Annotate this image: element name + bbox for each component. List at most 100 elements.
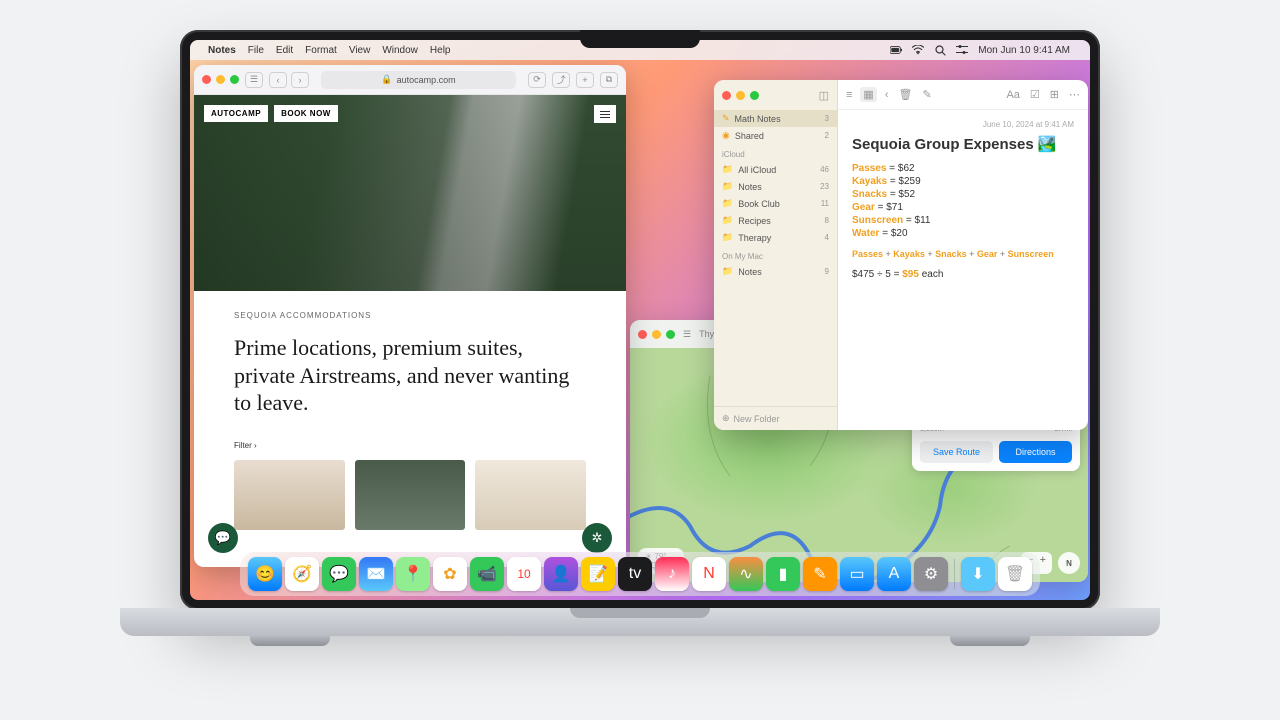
dock-safari[interactable]: 🧭 [285, 557, 319, 591]
dock-maps[interactable]: 📍 [396, 557, 430, 591]
sidebar-item-notes[interactable]: 📁Notes23 [714, 178, 837, 195]
address-bar[interactable]: 🔒autocamp.com [321, 71, 516, 89]
sidebar-section-onmymac: On My Mac [714, 246, 837, 263]
dock-trash[interactable]: 🗑 [998, 557, 1032, 591]
menu-clock[interactable]: Mon Jun 10 9:41 AM [978, 45, 1070, 56]
dock-calendar[interactable]: 10 [507, 557, 541, 591]
menu-window[interactable]: Window [382, 45, 418, 56]
menu-app[interactable]: Notes [208, 45, 236, 56]
dock-keynote[interactable]: ▭ [840, 557, 874, 591]
tabs-icon[interactable]: ⧉ [600, 72, 618, 88]
sidebar-item-recipes[interactable]: 📁Recipes8 [714, 212, 837, 229]
dock-pages[interactable]: ✎ [803, 557, 837, 591]
save-route-button[interactable]: Save Route [920, 441, 993, 463]
traffic-lights [202, 75, 239, 84]
notes-window: ◫ ✎Math Notes3 ◉Shared2 iCloud 📁All iClo… [714, 80, 1088, 430]
note-date: June 10, 2024 at 9:41 AM [852, 120, 1074, 129]
accommodation-card[interactable] [355, 460, 466, 530]
sidebar-toggle-icon[interactable]: ☰ [245, 72, 263, 88]
dock-messages[interactable]: 💬 [322, 557, 356, 591]
grid-view-icon[interactable]: ▦ [860, 87, 876, 102]
minimize-button[interactable] [216, 75, 225, 84]
dock-reminders[interactable]: 📝 [581, 557, 615, 591]
dock-facetime[interactable]: 📹 [470, 557, 504, 591]
dock-finder[interactable]: 😊 [248, 557, 282, 591]
notes-sidebar: ◫ ✎Math Notes3 ◉Shared2 iCloud 📁All iClo… [714, 80, 838, 430]
dock-freeform[interactable]: ∿ [729, 557, 763, 591]
accommodation-card[interactable] [234, 460, 345, 530]
dock-music[interactable]: ♪ [655, 557, 689, 591]
menu-format[interactable]: Format [305, 45, 337, 56]
sidebar-item-therapy[interactable]: 📁Therapy4 [714, 229, 837, 246]
accessibility-fab[interactable]: ✲ [582, 523, 612, 553]
dock-contacts[interactable]: 👤 [544, 557, 578, 591]
new-tab-icon[interactable]: + [576, 72, 594, 88]
safari-window: ☰ ‹› 🔒autocamp.com ⟳ ⤴ + ⧉ AUTOCAMP BOOK… [194, 65, 626, 567]
close-button[interactable] [638, 330, 647, 339]
dock-appstore[interactable]: A [877, 557, 911, 591]
chat-fab[interactable]: 💬 [208, 523, 238, 553]
list-view-icon[interactable]: ≡ [846, 89, 852, 101]
book-now-button[interactable]: BOOK NOW [274, 105, 338, 122]
table-icon[interactable]: ⊞ [1050, 88, 1059, 101]
close-button[interactable] [202, 75, 211, 84]
menu-help[interactable]: Help [430, 45, 451, 56]
filter-link[interactable]: Filter › [234, 441, 586, 450]
sidebar-item-book-club[interactable]: 📁Book Club11 [714, 195, 837, 212]
dock-mail[interactable]: ✉️ [359, 557, 393, 591]
hamburger-menu[interactable] [594, 105, 616, 123]
zoom-in-icon[interactable]: + [1040, 554, 1046, 572]
brand-logo[interactable]: AUTOCAMP [204, 105, 268, 122]
text-style-icon[interactable]: Aa [1006, 89, 1019, 101]
folder-icon: 📁 [722, 198, 733, 209]
dock-downloads[interactable]: ⬇︎ [961, 557, 995, 591]
math-formula: Passes + Kayaks + Snacks + Gear + Sunscr… [852, 249, 1074, 259]
sidebar-item-shared[interactable]: ◉Shared2 [714, 127, 837, 144]
wifi-icon[interactable] [912, 44, 924, 56]
expense-row: Snacks = $52 [852, 189, 1074, 200]
back-icon[interactable]: ‹ [885, 89, 889, 101]
zoom-button[interactable] [666, 330, 675, 339]
note-title: Sequoia Group Expenses 🏞️ [852, 135, 1074, 153]
menu-edit[interactable]: Edit [276, 45, 293, 56]
trash-icon[interactable]: 🗑 [899, 88, 913, 101]
directions-button[interactable]: Directions [999, 441, 1072, 463]
sidebar-toggle-icon[interactable]: ◫ [819, 89, 829, 102]
sidebar-item-math-notes[interactable]: ✎Math Notes3 [714, 110, 837, 127]
note-body[interactable]: June 10, 2024 at 9:41 AM Sequoia Group E… [838, 110, 1088, 290]
expense-row: Gear = $71 [852, 202, 1074, 213]
new-folder-button[interactable]: ⊕New Folder [714, 406, 837, 430]
zoom-button[interactable] [230, 75, 239, 84]
menu-view[interactable]: View [349, 45, 371, 56]
lock-icon: 🔒 [381, 74, 392, 85]
close-button[interactable] [722, 91, 731, 100]
expense-row: Kayaks = $259 [852, 176, 1074, 187]
back-button[interactable]: ‹ [269, 72, 287, 88]
compass-icon[interactable]: N [1058, 552, 1080, 574]
dock-settings[interactable]: ⚙︎ [914, 557, 948, 591]
dock-photos[interactable]: ✿ [433, 557, 467, 591]
minimize-button[interactable] [652, 330, 661, 339]
accommodation-card[interactable] [475, 460, 586, 530]
compose-icon[interactable]: ✎ [922, 88, 931, 101]
dock-news[interactable]: N [692, 557, 726, 591]
sidebar-icon[interactable]: ☰ [683, 329, 691, 340]
checklist-icon[interactable]: ☑︎ [1030, 88, 1040, 101]
spotlight-icon[interactable] [934, 44, 946, 56]
menu-file[interactable]: File [248, 45, 264, 56]
minimize-button[interactable] [736, 91, 745, 100]
sidebar-item-local-notes[interactable]: 📁Notes9 [714, 263, 837, 280]
dock-numbers[interactable]: ▮ [766, 557, 800, 591]
zoom-button[interactable] [750, 91, 759, 100]
reload-icon[interactable]: ⟳ [528, 72, 546, 88]
control-center-icon[interactable] [956, 44, 968, 56]
dock-tv[interactable]: tv [618, 557, 652, 591]
sidebar-item-all-icloud[interactable]: 📁All iCloud46 [714, 161, 837, 178]
expense-row: Water = $20 [852, 228, 1074, 239]
forward-button[interactable]: › [291, 72, 309, 88]
share-icon[interactable]: ⋯ [1069, 88, 1080, 101]
battery-icon[interactable] [890, 44, 902, 56]
share-icon[interactable]: ⤴ [552, 72, 570, 88]
folder-icon: 📁 [722, 232, 733, 243]
shared-icon: ◉ [722, 130, 730, 141]
